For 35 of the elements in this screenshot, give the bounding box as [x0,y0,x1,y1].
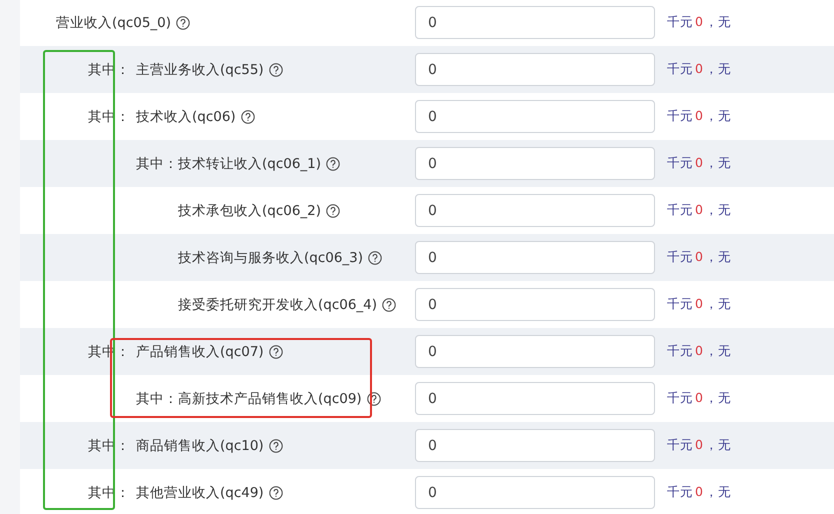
amount-input[interactable]: 0 [415,241,655,274]
field-label: 技术咨询与服务收入(qc06_3) [178,248,364,266]
amount-input[interactable]: 0 [415,429,655,462]
amount-hint: 千元 0 ，无 [667,61,731,78]
amount-input[interactable]: 0 [415,194,655,227]
field-label: 技术转让收入(qc06_1) [178,154,322,172]
field-label: 商品销售收入(qc10) [136,436,264,454]
amount-input[interactable]: 0 [415,147,655,180]
amount-hint: 千元 0 ，无 [667,484,731,501]
amount-hint: 千元 0 ，无 [667,108,731,125]
amount-hint: 千元 0 ，无 [667,14,731,31]
field-label: 其他营业收入(qc49) [136,484,264,502]
amount-hint: 千元 0 ，无 [667,390,731,407]
amount-hint: 千元 0 ，无 [667,249,731,266]
amount-input[interactable]: 0 [415,288,655,321]
field-label: 高新技术产品销售收入(qc09) [178,390,362,408]
field-label: 营业收入(qc05_0) [56,14,172,32]
amount-input[interactable]: 0 [415,6,655,39]
amount-hint: 千元 0 ，无 [667,296,731,313]
amount-input[interactable]: 0 [415,100,655,133]
field-label: 产品销售收入(qc07) [136,342,264,360]
field-label: 技术收入(qc06) [136,108,236,126]
field-label: 接受委托研究开发收入(qc06_4) [178,296,378,314]
amount-hint: 千元 0 ，无 [667,343,731,360]
amount-input[interactable]: 0 [415,382,655,415]
field-label: 主营业务收入(qc55) [136,60,264,78]
amount-input[interactable]: 0 [415,335,655,368]
amount-hint: 千元 0 ，无 [667,155,731,172]
prefix-label: 其中： [136,390,178,408]
amount-input[interactable]: 0 [415,53,655,86]
field-label: 技术承包收入(qc06_2) [178,202,322,220]
amount-hint: 千元 0 ，无 [667,437,731,454]
prefix-label: 其中： [136,154,178,172]
amount-input[interactable]: 0 [415,476,655,509]
amount-hint: 千元 0 ，无 [667,202,731,219]
